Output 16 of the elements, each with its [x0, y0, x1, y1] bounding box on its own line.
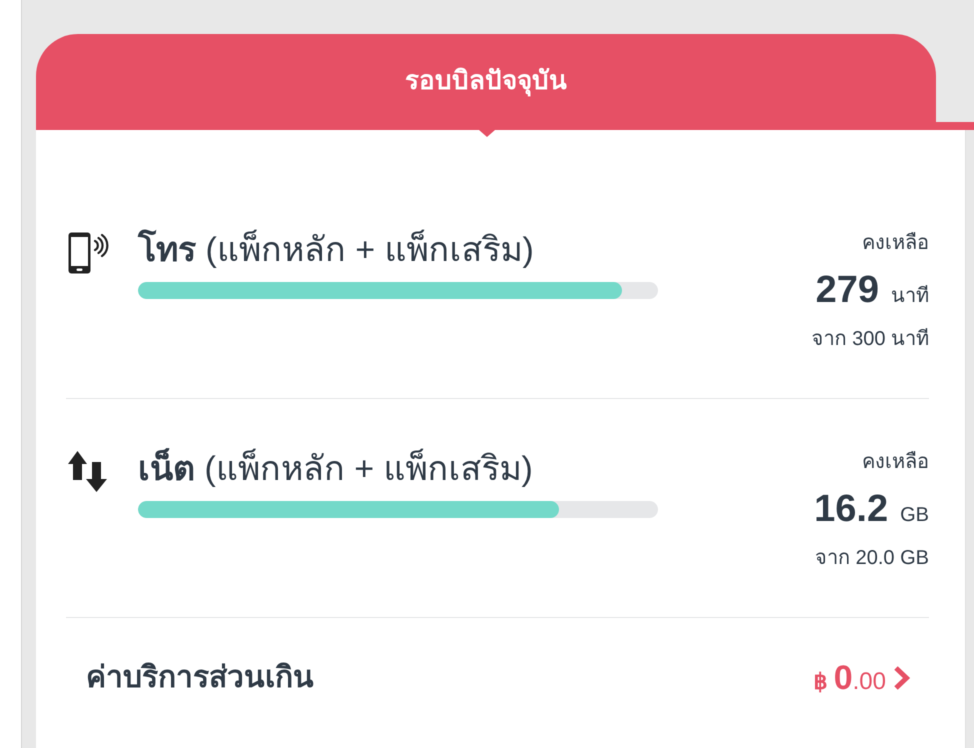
total-text: จาก 20.0 GB: [815, 546, 929, 571]
usage-title: เน็ต (แพ็กหลัก + แพ็กเสริม): [138, 447, 534, 490]
remaining-unit: GB: [900, 503, 929, 528]
chevron-right-icon[interactable]: [892, 665, 912, 691]
overage-amount: ฿ 0.00: [814, 658, 886, 698]
phone-signal-icon: [68, 232, 109, 274]
header-title: รอบบิลปัจจุบัน: [405, 64, 567, 97]
overage-label: ค่าบริการส่วนเกิน: [86, 660, 314, 696]
remaining-value: 279: [816, 268, 879, 313]
remaining-label: คงเหลือ: [862, 231, 929, 256]
remaining-label: คงเหลือ: [862, 450, 929, 475]
total-text: จาก 300 นาที: [812, 327, 929, 352]
usage-title: โทร (แพ็กหลัก + แพ็กเสริม): [138, 228, 535, 271]
up-down-arrows-icon: [68, 451, 108, 493]
remaining-value: 16.2: [814, 487, 888, 532]
remaining-unit: นาที: [891, 284, 929, 309]
